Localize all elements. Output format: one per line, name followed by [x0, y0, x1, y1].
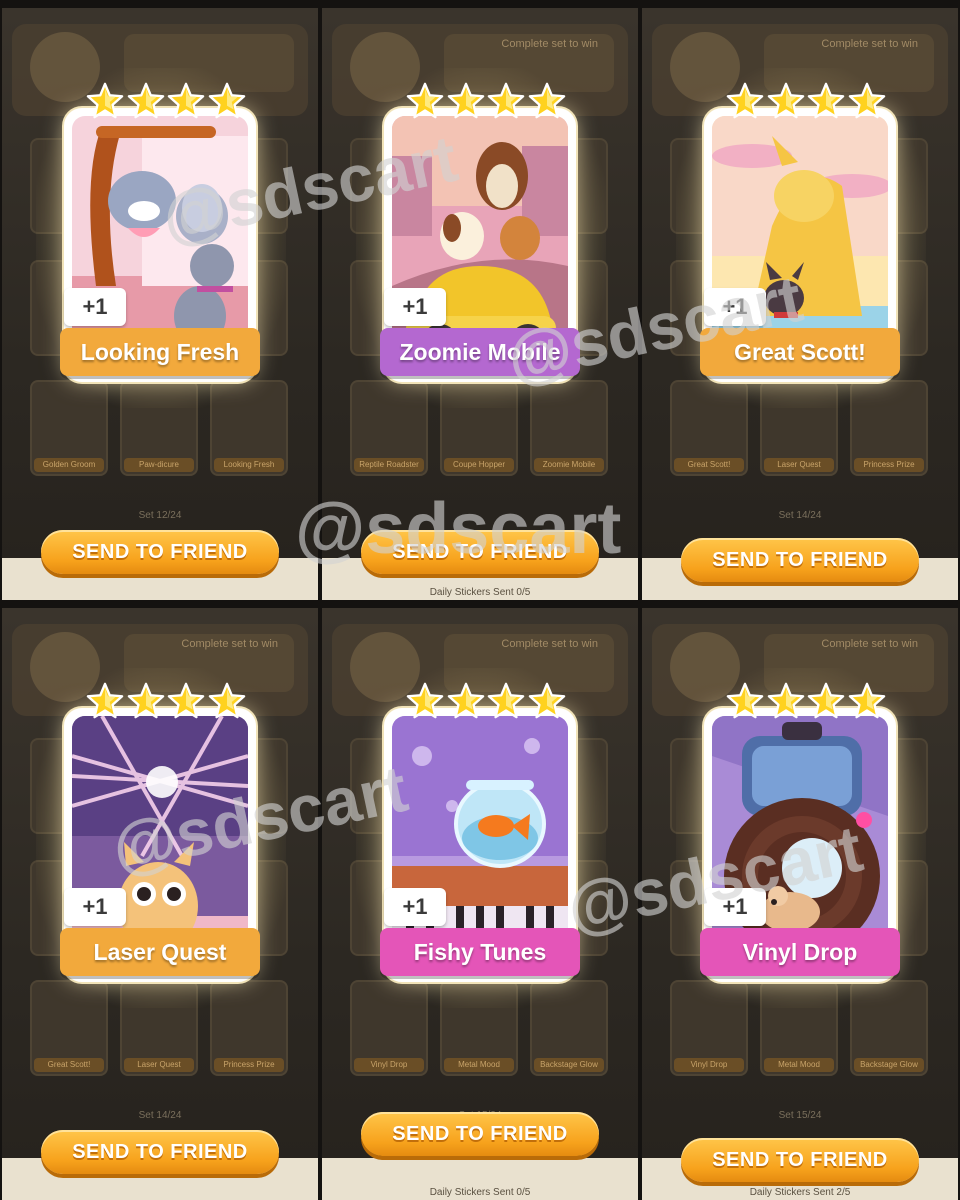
star-icon — [848, 82, 886, 120]
sticker-count-badge: +1 — [64, 288, 126, 326]
background-sticker-label: Princess Prize — [854, 458, 924, 472]
background-sticker-label: Great Scott! — [674, 458, 744, 472]
background-sticker-label: Laser Quest — [124, 1058, 194, 1072]
star-icon — [447, 682, 485, 720]
sticker-name-banner: Fishy Tunes — [380, 928, 580, 976]
complete-set-text: Complete set to win — [821, 38, 918, 50]
star-icon — [406, 82, 444, 120]
send-to-friend-button[interactable]: SEND TO FRIEND — [361, 530, 599, 574]
set-progress-text: Set 12/24 — [138, 510, 182, 521]
send-to-friend-button[interactable]: SEND TO FRIEND — [41, 530, 279, 574]
background-sticker-label: Looking Fresh — [214, 458, 284, 472]
sticker-count-badge: +1 — [704, 288, 766, 326]
daily-stickers-sent-text: Daily Stickers Sent 0/5 — [429, 1187, 531, 1198]
star-icon — [127, 682, 165, 720]
star-icon — [528, 82, 566, 120]
star-rating — [726, 82, 886, 122]
star-icon — [848, 682, 886, 720]
set-progress-text: Set 14/24 — [778, 510, 822, 521]
sticker-card[interactable]: +1 Fishy Tunes — [380, 682, 580, 982]
star-icon — [767, 82, 805, 120]
sticker-count-badge: +1 — [384, 888, 446, 926]
star-icon — [487, 82, 525, 120]
complete-set-text: Complete set to win — [181, 638, 278, 650]
star-icon — [86, 682, 124, 720]
send-to-friend-button[interactable]: SEND TO FRIEND — [41, 1130, 279, 1174]
star-rating — [406, 82, 566, 122]
daily-stickers-sent-text: Daily Stickers Sent 2/5 — [749, 1187, 851, 1198]
background-sticker-label: Vinyl Drop — [674, 1058, 744, 1072]
star-icon — [807, 682, 845, 720]
complete-set-text: Complete set to win — [501, 638, 598, 650]
background-sticker-label: Princess Prize — [214, 1058, 284, 1072]
complete-set-text: Complete set to win — [821, 638, 918, 650]
background-sticker-label: Coupe Hopper — [444, 458, 514, 472]
sticker-count-badge: +1 — [704, 888, 766, 926]
sticker-panel-6: Complete set to win Vinyl Drop Metal Mood… — [642, 608, 958, 1200]
set-progress-text: Set 14/24 — [138, 1110, 182, 1121]
sticker-panel-3: Complete set to win Great Scott! Laser Qu… — [642, 8, 958, 600]
sticker-name-banner: Looking Fresh — [60, 328, 260, 376]
star-icon — [528, 682, 566, 720]
sticker-name-banner: Zoomie Mobile — [380, 328, 580, 376]
sticker-count-badge: +1 — [64, 888, 126, 926]
complete-set-text: Complete set to win — [501, 38, 598, 50]
star-icon — [447, 82, 485, 120]
star-icon — [208, 82, 246, 120]
send-to-friend-button[interactable]: SEND TO FRIEND — [361, 1112, 599, 1156]
star-icon — [127, 82, 165, 120]
panel-footer: Daily Stickers Sent 0/5 — [322, 1158, 638, 1200]
sticker-panel-2: Complete set to win Reptile Roadster Coup… — [322, 8, 638, 600]
star-icon — [86, 82, 124, 120]
background-sticker-label: Paw-dicure — [124, 458, 194, 472]
star-icon — [167, 82, 205, 120]
background-sticker-label: Golden Groom — [34, 458, 104, 472]
background-sticker-label: Great Scott! — [34, 1058, 104, 1072]
sticker-panel-4: Complete set to win Great Scott! Laser Qu… — [2, 608, 318, 1200]
background-sticker-label: Vinyl Drop — [354, 1058, 424, 1072]
sticker-card[interactable]: +1 Laser Quest — [60, 682, 260, 982]
sticker-panel-1: Golden Groom Paw-dicure Looking Fresh Set … — [2, 8, 318, 600]
sticker-count-badge: +1 — [384, 288, 446, 326]
set-progress-text: Set 15/24 — [778, 1110, 822, 1121]
sticker-card[interactable]: +1 Looking Fresh — [60, 82, 260, 382]
sticker-card[interactable]: +1 Great Scott! — [700, 82, 900, 382]
background-sticker-label: Metal Mood — [764, 1058, 834, 1072]
sticker-name-banner: Vinyl Drop — [700, 928, 900, 976]
sticker-grid: Golden Groom Paw-dicure Looking Fresh Set … — [0, 0, 960, 1200]
star-icon — [726, 682, 764, 720]
star-rating — [86, 682, 246, 722]
star-icon — [807, 82, 845, 120]
star-icon — [726, 82, 764, 120]
sticker-name-banner: Laser Quest — [60, 928, 260, 976]
star-icon — [208, 682, 246, 720]
background-sticker-label: Metal Mood — [444, 1058, 514, 1072]
send-to-friend-button[interactable]: SEND TO FRIEND — [681, 538, 919, 582]
send-to-friend-button[interactable]: SEND TO FRIEND — [681, 1138, 919, 1182]
sticker-name-banner: Great Scott! — [700, 328, 900, 376]
sticker-card[interactable]: +1 Vinyl Drop — [700, 682, 900, 982]
background-sticker-label: Backstage Glow — [854, 1058, 924, 1072]
background-sticker-label: Backstage Glow — [534, 1058, 604, 1072]
background-sticker-label: Zoomie Mobile — [534, 458, 604, 472]
star-icon — [167, 682, 205, 720]
sticker-card[interactable]: +1 Zoomie Mobile — [380, 82, 580, 382]
star-rating — [726, 682, 886, 722]
background-sticker-label: Laser Quest — [764, 458, 834, 472]
star-icon — [767, 682, 805, 720]
star-icon — [487, 682, 525, 720]
sticker-panel-5: Complete set to win Vinyl Drop Metal Mood… — [322, 608, 638, 1200]
star-rating — [406, 682, 566, 722]
background-sticker-label: Reptile Roadster — [354, 458, 424, 472]
star-icon — [406, 682, 444, 720]
star-rating — [86, 82, 246, 122]
daily-stickers-sent-text: Daily Stickers Sent 0/5 — [429, 587, 531, 598]
